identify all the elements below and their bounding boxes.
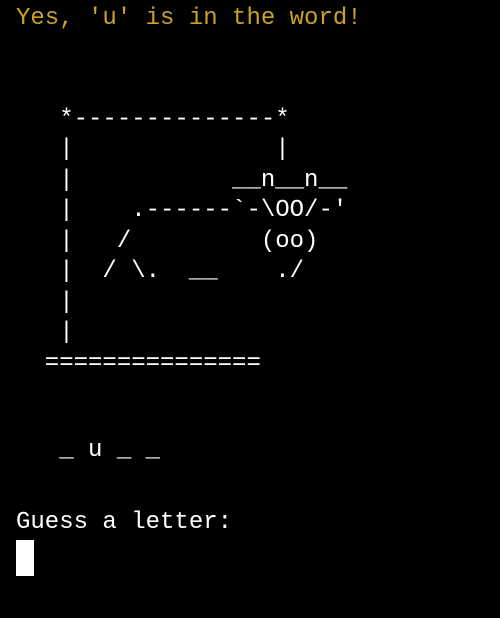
hangman-ascii-art: *--------------* | | | __n__n__ | .-----… [44,105,348,377]
status-message: Yes, 'u' is in the word! [16,5,362,32]
terminal-window: Yes, 'u' is in the word! *--------------… [0,0,500,618]
text-cursor[interactable] [16,540,34,576]
input-prompt: Guess a letter: [16,509,233,536]
word-progress: _ u _ _ [16,437,161,464]
